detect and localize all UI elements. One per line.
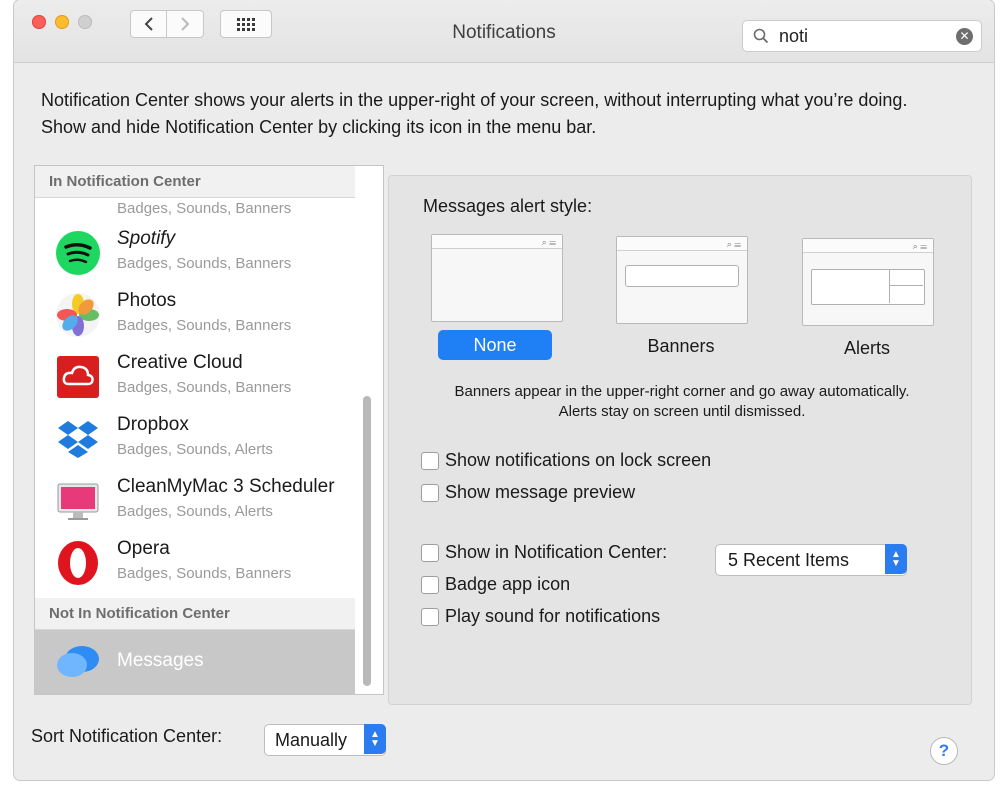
lock-screen-checkbox[interactable] <box>421 452 439 470</box>
recent-items-value: 5 Recent Items <box>728 550 850 570</box>
app-subtitle: Badges, Sounds, Banners <box>117 200 292 217</box>
alert-style-description: Banners appear in the upper-right corner… <box>454 383 910 420</box>
list-item[interactable]: CleanMyMac 3 Scheduler Badges, Sounds, A… <box>35 470 355 532</box>
search-list-icon: ⌕ ☰ <box>541 237 556 247</box>
app-name: Creative Cloud <box>117 352 243 373</box>
show-in-nc-label: Show in Notification Center: <box>445 542 668 562</box>
cleanmymac-icon <box>57 483 99 520</box>
sort-select[interactable]: Manually ▲ ▼ <box>264 724 386 756</box>
show-in-nc-checkbox[interactable] <box>421 544 439 562</box>
message-preview-checkbox[interactable] <box>421 484 439 502</box>
messages-icon <box>57 646 99 677</box>
badge-label: Badge app icon <box>445 574 571 594</box>
style-alerts-label[interactable]: Alerts <box>802 338 932 359</box>
recent-items-select[interactable]: 5 Recent Items ▲ ▼ <box>715 544 907 576</box>
sort-label: Sort Notification Center: <box>31 726 223 746</box>
list-item-selected[interactable]: Messages <box>35 630 355 694</box>
app-name: CleanMyMac 3 Scheduler <box>117 476 335 497</box>
app-list[interactable]: Badges, Sounds, Banners In Notification … <box>34 165 384 695</box>
opera-icon <box>58 541 98 585</box>
app-subtitle: Badges, Sounds, Alerts <box>117 503 273 520</box>
settings-panel: Messages alert style: ⌕ ☰ None ⌕ ☰ Banne… <box>388 175 972 705</box>
style-banners-label[interactable]: Banners <box>616 336 746 357</box>
style-banners-preview[interactable]: ⌕ ☰ <box>616 236 748 324</box>
in-notification-center-header: In Notification Center <box>35 166 355 198</box>
title-bar: Notifications noti ✕ <box>14 0 994 63</box>
message-preview-label: Show message preview <box>445 482 636 502</box>
app-name: Spotify <box>117 228 176 249</box>
sort-value: Manually <box>275 730 348 750</box>
list-item[interactable]: Opera Badges, Sounds, Banners <box>35 532 355 594</box>
clear-search-icon[interactable]: ✕ <box>956 28 973 45</box>
search-input[interactable]: noti <box>779 26 808 47</box>
spotify-icon <box>56 231 100 275</box>
intro-text: Notification Center shows your alerts in… <box>41 90 908 137</box>
photos-icon <box>56 293 100 337</box>
list-scrollbar[interactable] <box>363 396 371 686</box>
search-icon <box>753 28 769 44</box>
app-subtitle: Badges, Sounds, Banners <box>117 565 292 582</box>
search-list-icon: ⌕ ☰ <box>726 239 741 249</box>
help-button[interactable]: ? <box>930 737 958 765</box>
alert-style-label: Messages alert style: <box>423 196 593 216</box>
badge-checkbox[interactable] <box>421 576 439 594</box>
list-item[interactable]: Creative Cloud Badges, Sounds, Banners <box>35 346 355 408</box>
app-name: Opera <box>117 538 170 559</box>
app-name: Messages <box>117 650 204 671</box>
lock-screen-label: Show notifications on lock screen <box>445 450 712 470</box>
app-subtitle: Badges, Sounds, Banners <box>117 379 292 396</box>
sound-checkbox[interactable] <box>421 608 439 626</box>
creative-cloud-icon <box>57 356 99 398</box>
style-none-label[interactable]: None <box>438 330 552 360</box>
up-down-arrows-icon: ▲ ▼ <box>364 724 386 754</box>
list-item[interactable]: Photos Badges, Sounds, Banners <box>35 284 355 346</box>
style-alerts-preview[interactable]: ⌕ ☰ <box>802 238 934 326</box>
style-none-preview[interactable]: ⌕ ☰ <box>431 234 563 322</box>
sound-label: Play sound for notifications <box>445 606 661 626</box>
not-in-notification-center-header: Not In Notification Center <box>35 598 355 630</box>
list-item[interactable]: Dropbox Badges, Sounds, Alerts <box>35 408 355 470</box>
preferences-window: Notifications noti ✕ Notification Center… <box>14 0 994 780</box>
list-item[interactable]: Spotify Badges, Sounds, Banners <box>35 222 355 284</box>
dropbox-icon <box>58 421 98 458</box>
search-field[interactable]: noti ✕ <box>742 20 982 52</box>
app-subtitle: Badges, Sounds, Alerts <box>117 441 273 458</box>
search-list-icon: ⌕ ☰ <box>912 241 927 251</box>
app-subtitle: Badges, Sounds, Banners <box>117 317 292 334</box>
app-name: Dropbox <box>117 414 189 435</box>
app-name: Photos <box>117 290 177 311</box>
app-subtitle: Badges, Sounds, Banners <box>117 255 292 272</box>
up-down-arrows-icon: ▲ ▼ <box>885 544 907 574</box>
